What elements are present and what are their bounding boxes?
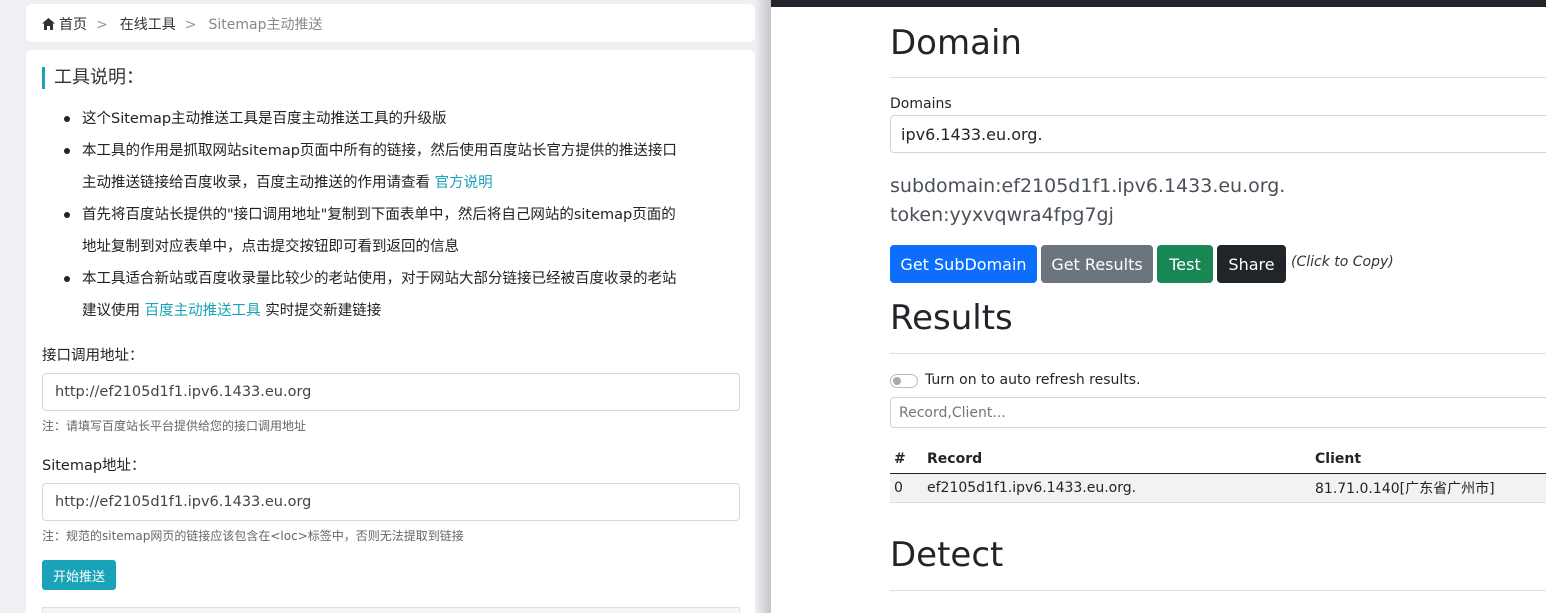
list-item-text: 本工具适合新站或百度收录量比较少的老站使用，对于网站大部分链接已经被百度收录的老… — [82, 271, 677, 287]
api-url-note: 注：请填写百度站长平台提供给您的接口调用地址 — [42, 419, 307, 433]
breadcrumb-home-link[interactable]: 首页 — [59, 17, 87, 33]
cell-record: ef2105d1f1.ipv6.1433.eu.org. — [923, 473, 1311, 503]
table-row: 0 ef2105d1f1.ipv6.1433.eu.org. 81.71.0.1… — [890, 473, 1546, 503]
breadcrumb: 首页 > 在线工具 > Sitemap主动推送 — [26, 4, 755, 42]
api-url-label: 接口调用地址： — [42, 348, 144, 364]
section-title: 工具说明： — [42, 67, 144, 89]
sitemap-tool-panel: 首页 > 在线工具 > Sitemap主动推送 工具说明： 这个Sitemap主动推送工… — [0, 0, 770, 613]
domain-heading: Domain — [890, 23, 1022, 63]
list-item-text: 本工具的作用是抓取网站sitemap页面中所有的链接，然后使用百度站长官方提供的… — [82, 143, 677, 159]
results-table: # Record Client 0 ef2105d1f1.ipv6.1433.e… — [890, 445, 1546, 503]
start-push-button[interactable]: 开始推送 — [42, 560, 116, 590]
results-filter-input[interactable] — [890, 397, 1546, 428]
list-item: 本工具适合新站或百度收录量比较少的老站使用，对于网站大部分链接已经被百度收录的老… — [64, 263, 742, 327]
sitemap-url-note: 注：规范的sitemap网页的链接应该包含在<loc>标签中，否则无法提取到链接 — [42, 529, 464, 543]
results-heading: Results — [890, 298, 1013, 338]
subdomain-text: subdomain:ef2105d1f1.ipv6.1433.eu.org. — [890, 175, 1286, 197]
breadcrumb-current: Sitemap主动推送 — [208, 17, 323, 33]
list-item-text: 建议使用 — [82, 303, 140, 319]
result-output-box — [42, 607, 740, 613]
tool-card: 工具说明： 这个Sitemap主动推送工具是百度主动推送工具的升级版 本工具的作… — [26, 50, 755, 613]
sitemap-url-input[interactable] — [42, 483, 740, 521]
tool-description-list: 这个Sitemap主动推送工具是百度主动推送工具的升级版 本工具的作用是抓取网站… — [64, 103, 742, 327]
domains-label: Domains — [890, 96, 952, 112]
list-item: 这个Sitemap主动推送工具是百度主动推送工具的升级版 — [64, 103, 742, 135]
auto-refresh-toggle[interactable] — [890, 374, 918, 388]
breadcrumb-separator: > — [96, 17, 108, 33]
cell-index: 0 — [890, 473, 923, 503]
list-item-text: 这个Sitemap主动推送工具是百度主动推送工具的升级版 — [82, 111, 447, 127]
column-header-index: # — [890, 445, 923, 474]
cell-client: 81.71.0.140[广东省广州市] — [1311, 473, 1546, 503]
column-header-client: Client — [1311, 445, 1546, 474]
get-results-button[interactable]: Get Results — [1041, 245, 1153, 283]
top-bar — [771, 0, 1546, 7]
test-button[interactable]: Test — [1157, 245, 1213, 283]
list-item-text: 地址复制到对应表单中，点击提交按钮即可看到返回的信息 — [82, 239, 459, 255]
breadcrumb-separator: > — [184, 17, 197, 33]
sitemap-url-label: Sitemap地址： — [42, 458, 146, 474]
get-subdomain-button[interactable]: Get SubDomain — [890, 245, 1037, 283]
copy-hint: (Click to Copy) — [1291, 254, 1394, 270]
domains-input[interactable] — [890, 115, 1546, 153]
list-item: 本工具的作用是抓取网站sitemap页面中所有的链接，然后使用百度站长官方提供的… — [64, 135, 742, 199]
breadcrumb-tools-link[interactable]: 在线工具 — [120, 17, 176, 33]
share-button[interactable]: Share — [1217, 245, 1286, 283]
divider — [890, 77, 1546, 78]
list-item-text: 主动推送链接给百度收录，百度主动推送的作用请查看 — [82, 175, 430, 191]
table-header-row: # Record Client — [890, 445, 1546, 474]
toggle-knob — [893, 377, 901, 385]
list-item-text: 实时提交新建链接 — [265, 303, 382, 319]
dnslog-panel: Domain Domains subdomain:ef2105d1f1.ipv6… — [771, 0, 1546, 613]
list-item-text: 首先将百度站长提供的"接口调用地址"复制到下面表单中，然后将自己网站的sitem… — [82, 207, 676, 223]
token-text: token:yyxvqwra4fpg7gj — [890, 204, 1114, 226]
divider — [890, 590, 1546, 591]
column-header-record: Record — [923, 445, 1311, 474]
baidu-push-tool-link[interactable]: 百度主动推送工具 — [145, 303, 261, 319]
home-icon — [42, 18, 55, 30]
official-docs-link[interactable]: 官方说明 — [435, 175, 493, 191]
divider — [890, 353, 1546, 354]
window-divider — [755, 0, 771, 613]
detect-heading: Detect — [890, 535, 1004, 575]
auto-refresh-label: Turn on to auto refresh results. — [925, 372, 1141, 388]
list-item: 首先将百度站长提供的"接口调用地址"复制到下面表单中，然后将自己网站的sitem… — [64, 199, 742, 263]
api-url-input[interactable] — [42, 373, 740, 411]
